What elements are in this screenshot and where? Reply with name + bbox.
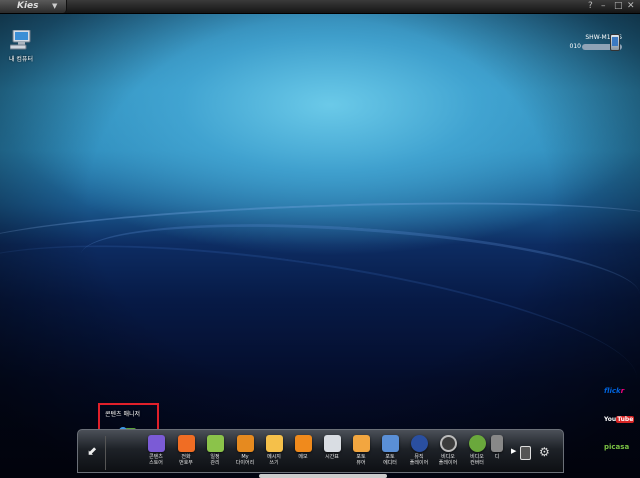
dock-item-photo-viewer[interactable]: 포토 뷰어 — [347, 435, 375, 466]
youtube-link[interactable]: YouTube — [604, 414, 635, 425]
dock-item-label: 비디오 컨버터 — [470, 454, 484, 466]
device-number-prefix: 010 — [569, 43, 581, 50]
help-button[interactable]: ? — [588, 0, 593, 13]
app-logo: Kies — [17, 1, 39, 11]
minimize-button[interactable]: – — [601, 0, 606, 13]
computer-icon — [10, 30, 31, 50]
youtube-logo-part: Tube — [616, 416, 635, 423]
dock-item-label: 일정 관리 — [210, 454, 220, 466]
dock-item-photo-editor[interactable]: 포토 에디터 — [376, 435, 404, 466]
gear-icon[interactable]: ⚙ — [539, 446, 550, 458]
dock-divider — [105, 436, 106, 470]
title-bar: Kies ▼ ? – □ ✕ — [0, 0, 640, 14]
diary-icon — [236, 435, 254, 452]
photo-viewer-icon — [352, 435, 370, 452]
dock-item-label: My 다이어리 — [235, 454, 255, 466]
dock-item-music-player[interactable]: 뮤직 플레이어 — [405, 435, 433, 466]
dock-item-label: 뮤직 플레이어 — [409, 454, 429, 466]
dock-item-label: 콘텐츠 스토어 — [149, 454, 163, 466]
dock-item-label: 시간표 — [325, 454, 339, 460]
dock-item-video-converter[interactable]: 비디오 컨버터 — [463, 435, 491, 466]
content-store-icon — [147, 435, 165, 452]
dock-item-content-store[interactable]: 콘텐츠 스토어 — [142, 435, 170, 466]
dock-more-arrow[interactable]: ▶ — [511, 447, 516, 455]
dock-item-label: 비디오 플레이어 — [438, 454, 458, 466]
phonebook-icon — [177, 435, 195, 452]
dock-item-schedule[interactable]: 일정 관리 — [201, 435, 229, 466]
close-button[interactable]: ✕ — [627, 0, 635, 13]
phone-icon[interactable] — [610, 34, 620, 51]
app-icon — [491, 435, 503, 452]
dock-item-timetable[interactable]: 시간표 — [318, 435, 346, 460]
chevron-down-icon: ▼ — [52, 2, 58, 10]
dock-item-my-diary[interactable]: My 다이어리 — [231, 435, 259, 466]
tooltip-label: 콘텐츠 매니저 — [105, 411, 141, 418]
kies-menu-button[interactable]: Kies ▼ — [0, 0, 67, 13]
flickr-link[interactable]: flickr — [604, 386, 624, 396]
dock-item-label: 포토 뷰어 — [356, 454, 366, 466]
dock-item-memo[interactable]: 메모 — [289, 435, 317, 460]
dock-item-partial[interactable]: 디 — [489, 435, 505, 460]
memo-icon — [294, 435, 312, 452]
calendar-icon — [206, 435, 224, 452]
picasa-link[interactable]: picasa — [604, 442, 629, 452]
picasa-logo: picasa — [604, 443, 630, 451]
dock-item-label: 포토 에디터 — [383, 454, 397, 466]
sync-icon[interactable] — [520, 446, 531, 460]
youtube-logo-part: You — [604, 416, 617, 423]
maximize-button[interactable]: □ — [614, 0, 623, 13]
photo-editor-icon — [381, 435, 399, 452]
dock-scrollbar[interactable] — [259, 474, 387, 478]
film-reel-icon — [439, 435, 457, 452]
dock-item-label: 메시지 쓰기 — [267, 454, 281, 466]
timetable-icon — [323, 435, 341, 452]
kies-desktop: Kies ▼ ? – □ ✕ 내 컴퓨터 SHW-M110S 010 콘텐츠 매… — [0, 0, 640, 478]
dock-item-label: 메모 — [298, 454, 308, 460]
collapse-arrow-icon[interactable]: ⬋ — [87, 444, 97, 458]
video-converter-icon — [468, 435, 486, 452]
music-player-icon — [410, 435, 428, 452]
dock-item-video-player[interactable]: 비디오 플레이어 — [434, 435, 462, 466]
dock-item-label: 전화 번호부 — [179, 454, 193, 466]
my-computer-label: 내 컴퓨터 — [9, 56, 33, 63]
envelope-icon — [265, 435, 283, 452]
dock-item-label: 디 — [494, 454, 500, 460]
app-dock: ⬋ 콘텐츠 스토어 전화 번호부 일정 관리 My 다이어리 메시지 쓰기 메모 — [77, 429, 564, 473]
dock-item-phonebook[interactable]: 전화 번호부 — [172, 435, 200, 466]
flickr-logo-part: flick — [604, 387, 621, 395]
flickr-logo-part: r — [620, 387, 625, 395]
dock-item-write-message[interactable]: 메시지 쓰기 — [260, 435, 288, 466]
my-computer-shortcut[interactable]: 내 컴퓨터 — [4, 30, 38, 63]
